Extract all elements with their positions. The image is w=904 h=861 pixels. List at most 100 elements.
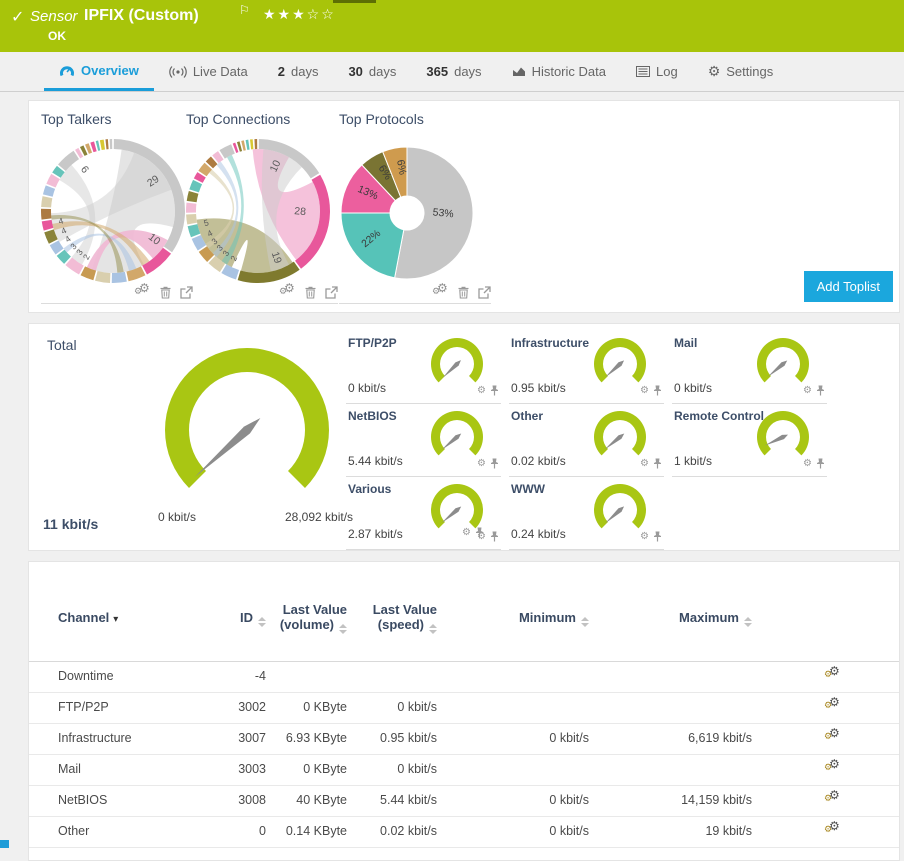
last-value-speed: 0 kbit/s <box>397 762 437 776</box>
favorite-flag-icon[interactable]: ⚐ <box>239 3 250 17</box>
gauges-card: Total 0 kbit/s 28,092 kbit/s 11 kbit/s ⚙… <box>28 323 900 551</box>
gauge-cell-www: WWW 0.24 kbit/s ⚙ <box>509 476 664 550</box>
toplist-actions: ⚙ ⚙ <box>279 281 338 299</box>
sort-desc-icon: ▾ <box>113 614 119 625</box>
toplist-settings-icon[interactable]: ⚙ ⚙ <box>432 281 449 299</box>
gauge-settings-icon[interactable]: ⚙ <box>640 458 649 469</box>
pin-icon[interactable] <box>490 458 499 469</box>
minimum-value: 0 kbit/s <box>549 824 589 838</box>
pin-icon[interactable] <box>816 458 825 469</box>
channel-settings-icon[interactable]: ⚙ ⚙ <box>824 726 841 744</box>
last-value-speed: 5.44 kbit/s <box>380 793 437 807</box>
trash-icon[interactable] <box>458 286 469 299</box>
top-connections-chord-chart[interactable]: 10 28 19 2 3 3 3 4 5 <box>186 137 334 285</box>
tab-historic-data[interactable]: Historic Data <box>497 52 621 91</box>
table-row: Infrastructure 3007 6.93 KByte 0.95 kbit… <box>29 723 899 755</box>
gauge-settings-icon[interactable]: ⚙ <box>803 458 812 469</box>
column-header-minimum[interactable]: Minimum <box>519 610 589 627</box>
channel-id: 0 <box>259 824 266 838</box>
prtg-sensor-page: { "icons": {"check":"✓","flag":"⚐","gear… <box>0 0 904 861</box>
pin-icon[interactable] <box>816 385 825 396</box>
column-header-maximum[interactable]: Maximum <box>679 610 752 627</box>
top-talkers-chord-chart[interactable]: 29 10 6 2 3 3 4 4 4 <box>41 137 189 285</box>
tab-30-days[interactable]: 30 days <box>333 52 411 91</box>
top-protocols-donut-chart[interactable]: 53% 22% 13% 6% 6% <box>339 137 487 285</box>
channel-gauge-value: 0.24 kbit/s <box>511 527 566 541</box>
last-value-volume: 0.14 KByte <box>285 824 347 838</box>
pin-icon[interactable] <box>490 531 499 542</box>
table-row: Downtime -4 ⚙ ⚙ <box>29 661 899 693</box>
area-chart-icon <box>512 67 525 76</box>
tab-settings[interactable]: ⚙ Settings <box>693 52 789 91</box>
channel-name: FTP/P2P <box>58 700 109 714</box>
last-value-speed: 0.02 kbit/s <box>380 824 437 838</box>
gauge-settings-icon[interactable]: ⚙ <box>477 531 486 542</box>
tab-2-days[interactable]: 2 days <box>263 52 334 91</box>
toplists-card: Top Talkers 29 10 6 2 3 3 4 4 4 ⚙ ⚙ Top Connecti… <box>28 100 900 313</box>
gauge-settings-icon[interactable]: ⚙ <box>477 385 486 396</box>
channel-name: NetBIOS <box>58 793 108 807</box>
pin-icon[interactable] <box>490 385 499 396</box>
channel-gauge-value: 0 kbit/s <box>348 381 387 395</box>
gauge-settings-icon[interactable]: ⚙ <box>640 531 649 542</box>
channel-gauge-label: WWW <box>511 482 545 496</box>
channel-settings-icon[interactable]: ⚙ ⚙ <box>824 819 841 837</box>
column-header-last-value-volume[interactable]: Last Value (volume) <box>280 602 347 634</box>
add-toplist-button[interactable]: Add Toplist <box>803 271 893 302</box>
minimum-value: 0 kbit/s <box>549 793 589 807</box>
pin-icon[interactable] <box>653 385 662 396</box>
gauge-icon <box>60 65 74 76</box>
gauge-settings-icon[interactable]: ⚙ <box>477 458 486 469</box>
channel-id: -4 <box>254 669 266 683</box>
column-header-id[interactable]: ID <box>240 610 266 627</box>
toplist-panel-top-talkers: Top Talkers 29 10 6 2 3 3 4 4 4 ⚙ ⚙ <box>41 111 193 304</box>
toplist-settings-icon[interactable]: ⚙ ⚙ <box>134 281 151 299</box>
pin-icon[interactable] <box>653 458 662 469</box>
channel-id: 3008 <box>238 793 266 807</box>
gauge-settings-icon[interactable]: ⚙ <box>640 385 649 396</box>
pin-icon[interactable] <box>653 531 662 542</box>
gauge-actions: ⚙ <box>640 458 662 469</box>
status-ok-check-icon: ✓ <box>11 9 25 26</box>
toplist-settings-icon[interactable]: ⚙ ⚙ <box>279 281 296 299</box>
gauge-cell-various: Various 2.87 kbit/s ⚙ <box>346 476 501 550</box>
gauge-settings-icon[interactable]: ⚙ <box>803 385 812 396</box>
channel-id: 3007 <box>238 731 266 745</box>
channel-settings-icon[interactable]: ⚙ ⚙ <box>824 664 841 682</box>
minimum-value: 0 kbit/s <box>549 731 589 745</box>
channel-gauge-label: Remote Control <box>674 409 764 423</box>
last-value-volume: 6.93 KByte <box>285 731 347 745</box>
sort-icon <box>581 617 589 627</box>
tab-log[interactable]: Log <box>621 52 693 91</box>
tab-bar: Overview Live Data 2 days 30 days 365 da… <box>0 52 904 92</box>
top-menu-remnant <box>333 0 376 3</box>
svg-text:6: 6 <box>78 164 91 176</box>
tab-overview[interactable]: Overview <box>44 52 154 91</box>
table-row: FTP/P2P 3002 0 KByte 0 kbit/s ⚙ ⚙ <box>29 692 899 724</box>
total-gauge <box>147 338 347 523</box>
channel-name: Mail <box>58 762 81 776</box>
gauge-actions: ⚙ <box>640 385 662 396</box>
tab-live-data[interactable]: Live Data <box>154 52 263 91</box>
column-header-last-value-speed[interactable]: Last Value (speed) <box>373 602 437 634</box>
trash-icon[interactable] <box>160 286 171 299</box>
channel-gauge-value: 0 kbit/s <box>674 381 713 395</box>
channel-settings-icon[interactable]: ⚙ ⚙ <box>824 788 841 806</box>
toplist-panel-top-connections: Top Connections 10 28 19 2 3 3 3 4 5 ⚙ ⚙ <box>186 111 338 304</box>
priority-stars[interactable]: ★★★☆☆ <box>263 6 336 23</box>
channel-name: Downtime <box>58 669 114 683</box>
gauge-actions: ⚙ <box>477 531 499 542</box>
last-value-volume: 40 KByte <box>296 793 347 807</box>
open-external-icon[interactable] <box>478 286 491 299</box>
gauge-cell-infrastructure: Infrastructure 0.95 kbit/s ⚙ <box>509 330 664 404</box>
toplist-panel-top-protocols: Top Protocols 53% 22% 13% 6% 6% ⚙ ⚙ <box>339 111 491 304</box>
last-value-speed: 0.95 kbit/s <box>380 731 437 745</box>
channel-name: Other <box>58 824 90 838</box>
tab-365-days[interactable]: 365 days <box>411 52 496 91</box>
open-external-icon[interactable] <box>325 286 338 299</box>
channel-settings-icon[interactable]: ⚙ ⚙ <box>824 757 841 775</box>
channel-settings-icon[interactable]: ⚙ ⚙ <box>824 695 841 713</box>
column-header-channel[interactable]: Channel ▾ <box>58 610 118 625</box>
trash-icon[interactable] <box>305 286 316 299</box>
total-gauge-value: 11 kbit/s <box>43 516 99 532</box>
